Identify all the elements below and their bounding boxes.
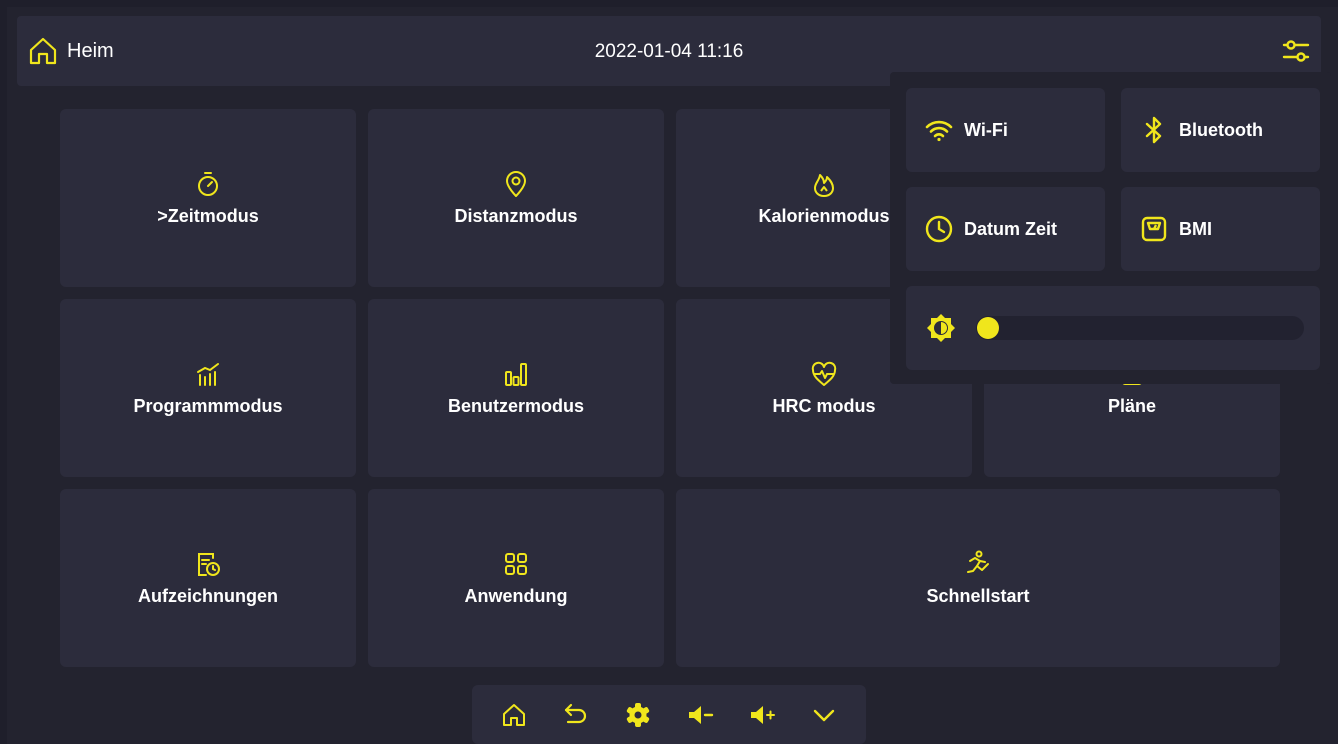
tile-benutzermodus[interactable]: Benutzermodus — [368, 299, 664, 477]
clock-icon — [924, 214, 954, 244]
tile-label: Pläne — [1107, 395, 1157, 416]
datetime-display: 2022-01-04 11:16 — [594, 41, 744, 62]
bmi-button[interactable]: BMI — [1121, 187, 1320, 271]
record-clock-icon — [194, 550, 222, 578]
back-button[interactable] — [560, 699, 592, 731]
tile-anwendung[interactable]: Anwendung — [368, 489, 664, 667]
tile-label: Schnellstart — [926, 585, 1030, 606]
chart-bars-trend-icon — [194, 360, 222, 388]
tile-distanzmodus[interactable]: Distanzmodus — [368, 109, 664, 287]
back-icon — [562, 701, 590, 729]
bmi-label: BMI — [1179, 218, 1212, 239]
quick-settings-button[interactable] — [1281, 35, 1311, 67]
brightness-icon — [926, 313, 956, 343]
volume-up-icon — [748, 701, 776, 729]
datetime-button[interactable]: Datum Zeit — [906, 187, 1105, 271]
quick-settings-panel: Wi-Fi Bluetooth Datum Zeit BMI — [890, 72, 1331, 384]
brightness-control — [906, 286, 1320, 370]
tile-label: Benutzermodus — [447, 395, 584, 416]
brightness-slider-thumb[interactable] — [977, 317, 999, 339]
wifi-label: Wi-Fi — [964, 119, 1008, 140]
tile-label: >Zeitmodus — [157, 205, 259, 226]
datetime-label: Datum Zeit — [964, 218, 1058, 239]
tile-label: Anwendung — [464, 585, 568, 606]
apps-grid-icon — [502, 550, 530, 578]
bluetooth-icon — [1139, 115, 1169, 145]
heart-pulse-icon — [810, 360, 838, 388]
tile-aufzeichnungen[interactable]: Aufzeichnungen — [60, 489, 356, 667]
wifi-button[interactable]: Wi-Fi — [906, 88, 1105, 172]
location-pin-icon — [502, 170, 530, 198]
home-button[interactable] — [498, 699, 530, 731]
collapse-button[interactable] — [808, 699, 840, 731]
flame-icon — [810, 170, 838, 198]
tile-label: Distanzmodus — [454, 205, 578, 226]
volume-down-button[interactable] — [684, 699, 716, 731]
bluetooth-label: Bluetooth — [1179, 119, 1263, 140]
tile-programmmodus[interactable]: Programmmodus — [60, 299, 356, 477]
tile-label: HRC modus — [772, 395, 876, 416]
sliders-icon — [1281, 35, 1311, 67]
gear-icon — [624, 701, 652, 729]
stopwatch-icon — [194, 170, 222, 198]
home-icon — [500, 701, 528, 729]
bar-chart-icon — [502, 360, 530, 388]
bluetooth-button[interactable]: Bluetooth — [1121, 88, 1320, 172]
tile-zeitmodus[interactable]: >Zeitmodus — [60, 109, 356, 287]
runner-icon — [964, 550, 992, 578]
scale-icon — [1139, 214, 1169, 244]
settings-button[interactable] — [622, 699, 654, 731]
volume-down-icon — [686, 701, 714, 729]
tile-label: Aufzeichnungen — [138, 585, 278, 606]
chevron-down-icon — [810, 701, 838, 729]
tile-schnellstart[interactable]: Schnellstart — [676, 489, 1280, 667]
tile-label: Programmmodus — [133, 395, 283, 416]
brightness-slider[interactable] — [976, 316, 1304, 340]
bottom-nav-bar — [472, 685, 866, 744]
volume-up-button[interactable] — [746, 699, 778, 731]
wifi-icon — [924, 115, 954, 145]
tile-label: Kalorienmodus — [758, 205, 890, 226]
